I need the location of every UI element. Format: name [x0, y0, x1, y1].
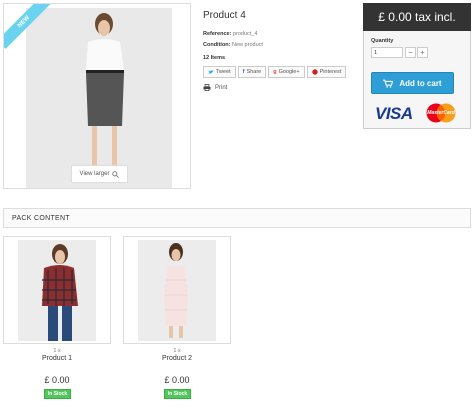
product-reference: Reference: product_4 — [203, 31, 257, 37]
pack-item-name-2[interactable]: Product 2 — [123, 355, 231, 362]
model-illustration — [86, 13, 124, 174]
product-photo[interactable] — [26, 8, 172, 188]
add-to-cart-button[interactable]: Add to cart — [371, 72, 454, 94]
google-plus-button[interactable]: g Google+ — [268, 66, 305, 78]
condition-label: Condition: — [203, 42, 231, 48]
items-count: 12 Items — [203, 55, 226, 61]
pack-content-heading: PACK CONTENT — [3, 208, 471, 228]
tweet-label: Tweet — [216, 69, 231, 75]
quantity-label: Quantity — [371, 38, 394, 44]
google-plus-icon: g — [273, 69, 277, 75]
mastercard-label: MasterCard — [427, 110, 455, 116]
view-larger-button[interactable]: View larger — [71, 165, 128, 183]
twitter-icon — [208, 70, 214, 74]
pinterest-button[interactable]: Pinterest — [306, 66, 347, 78]
pinterest-icon — [311, 69, 318, 75]
reference-label: Reference: — [203, 31, 232, 37]
price-display: £ 0.00 tax incl. — [363, 3, 471, 31]
product-condition: Condition: New product — [203, 42, 263, 48]
cart-icon — [383, 79, 394, 88]
printer-icon — [203, 84, 211, 91]
pinterest-label: Pinterest — [319, 69, 342, 75]
mastercard-logo: MasterCard — [425, 103, 457, 123]
reference-value: product_4 — [232, 31, 258, 37]
quantity-decrease-button[interactable]: − — [405, 47, 416, 58]
facebook-icon: f — [242, 69, 245, 75]
condition-value: New product — [232, 42, 263, 48]
google-plus-label: Google+ — [278, 69, 300, 75]
pack-item-qty-1: 1 x — [53, 348, 61, 354]
zoom-icon — [112, 170, 120, 178]
in-stock-badge-1: In Stock — [44, 389, 71, 399]
print-label: Print — [215, 84, 228, 91]
add-to-cart-label: Add to cart — [399, 78, 442, 88]
pack-item-photo-2[interactable] — [138, 240, 216, 341]
pack-item-photo-1[interactable] — [18, 240, 96, 341]
print-link[interactable]: Print — [203, 84, 227, 91]
model-illustration-2 — [164, 243, 188, 338]
view-larger-label: View larger — [79, 171, 110, 177]
product-title: Product 4 — [203, 10, 246, 21]
share-label: Share — [246, 69, 262, 75]
product-image-frame[interactable]: NEW View larger — [3, 3, 191, 189]
in-stock-badge-2: In Stock — [164, 389, 191, 399]
pack-item-price-1: £ 0.00 — [44, 375, 70, 385]
pack-item-qty-2: 1 x — [173, 348, 181, 354]
quantity-input[interactable] — [371, 47, 403, 58]
facebook-share-button[interactable]: f Share — [237, 66, 267, 78]
quantity-increase-button[interactable]: + — [417, 47, 428, 58]
pack-item-name-1[interactable]: Product 1 — [3, 355, 111, 362]
model-illustration-1 — [42, 244, 78, 341]
social-share-bar: Tweet f Share g Google+ Pinterest — [203, 66, 347, 78]
tweet-button[interactable]: Tweet — [203, 66, 236, 78]
visa-logo: VISA — [375, 104, 413, 123]
pack-item-price-2: £ 0.00 — [164, 375, 190, 385]
